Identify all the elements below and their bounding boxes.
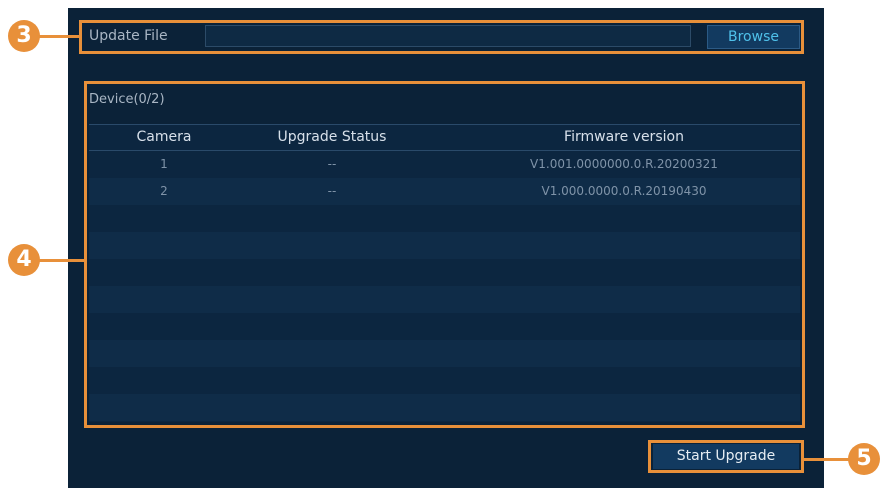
update-file-highlight [79, 20, 804, 54]
callout-badge-3: 3 [8, 20, 40, 52]
callout-badge-4: 4 [8, 244, 40, 276]
callout-3-leader [38, 35, 80, 38]
start-upgrade-highlight [648, 440, 804, 473]
callout-4-leader [38, 259, 85, 262]
callout-badge-5: 5 [848, 443, 880, 475]
firmware-upgrade-screen: Update File Browse Device(0/2) Camera Up… [0, 0, 890, 488]
device-table-highlight [84, 81, 805, 428]
callout-5-leader [804, 458, 850, 461]
